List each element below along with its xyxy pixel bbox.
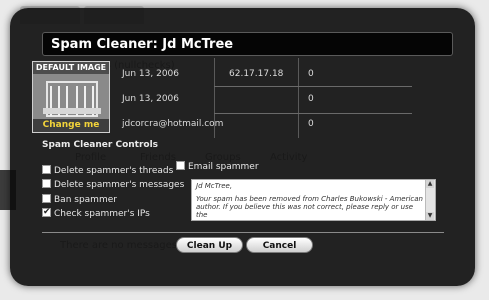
delete-threads-checkbox[interactable]: [42, 165, 51, 174]
ban-spammer-checkbox[interactable]: [42, 194, 51, 203]
avatar-default-label: DEFAULT IMAGE: [33, 62, 109, 74]
count-value: 0: [308, 69, 314, 79]
user-info-grid: Jun 13, 2006 62.17.17.18 0 Jun 13, 2006 …: [112, 58, 412, 138]
cancel-button[interactable]: Cancel: [246, 237, 313, 253]
scroll-down-icon[interactable]: ▼: [426, 212, 434, 220]
email-spammer-checkbox[interactable]: [176, 161, 185, 170]
message-body: Your spam has been removed from Charles …: [196, 195, 423, 219]
delete-messages-label: Delete spammer's messages: [54, 180, 185, 190]
clean-up-button[interactable]: Clean Up: [176, 237, 243, 253]
column-divider: [298, 58, 299, 138]
row-divider: [214, 113, 412, 114]
check-ips-label: Check spammer's IPs: [54, 209, 150, 219]
message-greeting: Jd McTree,: [196, 182, 233, 190]
dialog-title: Spam Cleaner: Jd McTree: [42, 32, 453, 56]
ban-spammer-label: Ban spammer: [54, 195, 117, 205]
delete-messages-checkbox[interactable]: [42, 179, 51, 188]
check-ips-checkbox[interactable]: [42, 206, 51, 218]
user-email: jdcorcra@hotmail.com: [122, 119, 224, 129]
delete-messages-option[interactable]: Delete spammer's messages: [42, 179, 184, 191]
delete-threads-label: Delete spammer's threads: [54, 166, 174, 176]
email-spammer-option[interactable]: Email spammer: [176, 161, 259, 173]
registration-date: Jun 13, 2006: [122, 69, 180, 79]
ip-address: 62.17.17.18: [229, 69, 284, 79]
scroll-up-icon[interactable]: ▲: [426, 180, 434, 188]
count-value: 0: [308, 94, 314, 104]
delete-threads-option[interactable]: Delete spammer's threads: [42, 165, 173, 177]
spam-cleaner-dialog: Spam Cleaner: Jd McTree DEFAULT IMAGE Ch…: [10, 8, 475, 286]
last-activity-date: Jun 13, 2006: [122, 94, 180, 104]
spam-notice-message-box[interactable]: Jd McTree, Your spam has been removed fr…: [191, 179, 436, 221]
check-ips-option[interactable]: Check spammer's IPs: [42, 206, 150, 220]
row-divider: [214, 86, 412, 87]
email-spammer-label: Email spammer: [188, 162, 259, 172]
ban-spammer-option[interactable]: Ban spammer: [42, 194, 117, 206]
count-value: 0: [308, 119, 314, 129]
controls-section-label: Spam Cleaner Controls: [42, 140, 159, 150]
user-avatar[interactable]: DEFAULT IMAGE Change me: [32, 61, 110, 133]
button-divider: [42, 232, 444, 233]
message-scrollbar[interactable]: ▲ ▼: [425, 180, 435, 220]
avatar-change-link[interactable]: Change me: [33, 119, 109, 132]
